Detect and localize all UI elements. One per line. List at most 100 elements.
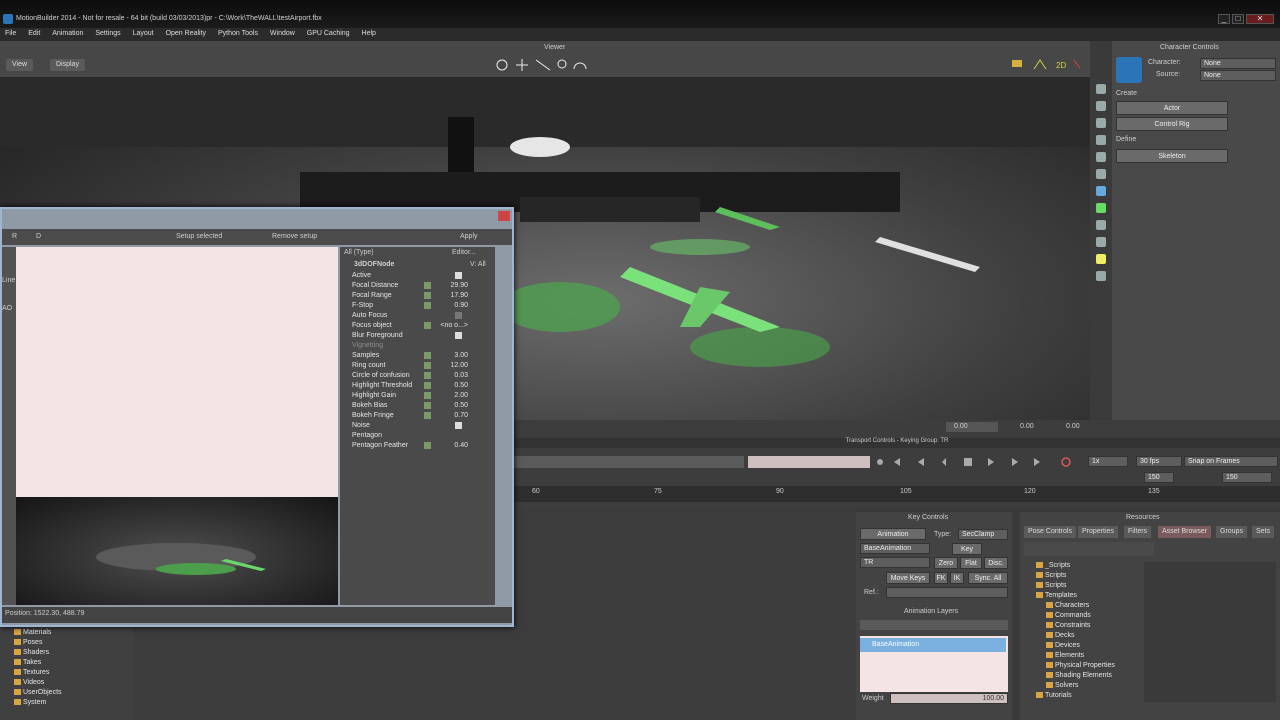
property-row[interactable]: Pentagon Feather 0.40 xyxy=(340,441,495,451)
tree-item[interactable]: Commands xyxy=(1046,612,1091,619)
property-row[interactable]: Focal Distance 29.90 xyxy=(340,281,495,291)
nav-item[interactable]: Takes xyxy=(14,659,41,666)
view-button[interactable]: View xyxy=(6,59,34,71)
nav-item[interactable]: Materials xyxy=(14,629,51,636)
menu-animation[interactable]: Animation xyxy=(47,28,88,39)
key-icon[interactable] xyxy=(424,352,431,359)
frame-slider[interactable] xyxy=(748,456,870,468)
property-row[interactable]: F-Stop 0.90 xyxy=(340,301,495,311)
property-row[interactable]: Focus object <no o...> xyxy=(340,321,495,331)
tree-item[interactable]: Tutorials xyxy=(1036,692,1072,699)
property-row[interactable]: Vignetting xyxy=(340,341,495,351)
tab-filters[interactable]: Filters xyxy=(1124,526,1152,538)
rotate-icon[interactable] xyxy=(1096,118,1106,128)
speed-dropdown[interactable]: 1x xyxy=(1088,456,1128,467)
property-value[interactable]: 0.50 xyxy=(436,382,468,389)
menu-settings[interactable]: Settings xyxy=(90,28,125,39)
property-row[interactable]: Blur Foreground xyxy=(340,331,495,341)
flat-button[interactable]: Flat xyxy=(960,557,982,569)
tab-groups[interactable]: Groups xyxy=(1216,526,1247,538)
menu-window[interactable]: Window xyxy=(265,28,300,39)
menu-edit[interactable]: Edit xyxy=(23,28,45,39)
timeline[interactable]: 60 75 90 105 120 135 xyxy=(514,486,1280,502)
property-row[interactable]: Highlight Gain 2.00 xyxy=(340,391,495,401)
tab-pose-controls[interactable]: Pose Controls xyxy=(1024,526,1076,538)
key-icon[interactable] xyxy=(424,442,431,449)
property-row[interactable]: Bokeh Bias 0.50 xyxy=(340,401,495,411)
key-icon[interactable] xyxy=(424,402,431,409)
frame-icon[interactable] xyxy=(1096,271,1106,281)
globe-icon[interactable] xyxy=(1096,203,1106,213)
sync-all-button[interactable]: Sync. All xyxy=(968,572,1008,584)
animation-button[interactable]: Animation xyxy=(860,528,926,540)
tab-properties[interactable]: Properties xyxy=(1078,526,1118,538)
ref-field[interactable] xyxy=(886,587,1008,598)
playback-controls-icon[interactable] xyxy=(874,456,1084,468)
nav-item[interactable]: Poses xyxy=(14,639,42,646)
ik-button[interactable]: IK xyxy=(950,572,964,584)
property-row[interactable]: Samples 3.00 xyxy=(340,351,495,361)
tree-item[interactable]: Physical Properties xyxy=(1046,662,1115,669)
property-value[interactable]: 2.00 xyxy=(436,392,468,399)
translate-icon[interactable] xyxy=(1096,101,1106,111)
editor-button[interactable]: Editor... xyxy=(452,249,476,256)
sun-icon[interactable] xyxy=(1096,254,1106,264)
property-value[interactable]: 29.90 xyxy=(436,282,468,289)
control-rig-button[interactable]: Control Rig xyxy=(1116,117,1228,131)
property-row[interactable]: Bokeh Fringe 0.70 xyxy=(340,411,495,421)
remove-setup-button[interactable]: Remove setup xyxy=(272,233,317,240)
tree-item[interactable]: Scripts xyxy=(1036,572,1066,579)
property-row[interactable]: Noise xyxy=(340,421,495,431)
close-button[interactable]: ✕ xyxy=(1246,14,1274,24)
property-row[interactable]: Auto Focus xyxy=(340,311,495,321)
fk-button[interactable]: FK xyxy=(934,572,948,584)
property-row[interactable]: Pentagon xyxy=(340,431,495,441)
nav-item[interactable]: Videos xyxy=(14,679,44,686)
tree-item[interactable]: Scripts xyxy=(1036,582,1066,589)
key-button[interactable]: Key xyxy=(952,543,982,555)
menu-help[interactable]: Help xyxy=(357,28,381,39)
key-icon[interactable] xyxy=(424,302,431,309)
tree-item[interactable]: Characters xyxy=(1046,602,1089,609)
key-icon[interactable] xyxy=(424,392,431,399)
key-icon[interactable] xyxy=(424,372,431,379)
menu-file[interactable]: File xyxy=(0,28,21,39)
layer-item[interactable]: BaseAnimation xyxy=(860,638,1006,652)
menu-layout[interactable]: Layout xyxy=(128,28,159,39)
tree-item[interactable]: Shading Elements xyxy=(1046,672,1112,679)
actor-button[interactable]: Actor xyxy=(1116,101,1228,115)
key-icon[interactable] xyxy=(424,382,431,389)
property-value[interactable]: 0.40 xyxy=(436,442,468,449)
property-checkbox[interactable] xyxy=(455,312,462,319)
tree-item[interactable]: Elements xyxy=(1046,652,1084,659)
maximize-button[interactable]: □ xyxy=(1232,14,1244,24)
nav-item[interactable]: Textures xyxy=(14,669,49,676)
tab-r[interactable]: R xyxy=(12,233,17,240)
tr-dropdown[interactable]: TR xyxy=(860,557,930,568)
property-row[interactable]: Highlight Threshold 0.50 xyxy=(340,381,495,391)
key-icon[interactable] xyxy=(424,282,431,289)
dialog-close-button[interactable] xyxy=(498,211,510,221)
type-dropdown[interactable]: SecClamp xyxy=(958,529,1008,540)
snap-dropdown[interactable]: Snap on Frames xyxy=(1184,456,1278,467)
apply-button[interactable]: Apply xyxy=(460,233,478,240)
base-animation-dropdown[interactable]: BaseAnimation xyxy=(860,543,930,554)
tree-item[interactable]: Templates xyxy=(1036,592,1077,599)
nav-item[interactable]: System xyxy=(14,699,46,706)
property-value[interactable]: 12.00 xyxy=(436,362,468,369)
property-row[interactable]: Focal Range 17.90 xyxy=(340,291,495,301)
menu-python-tools[interactable]: Python Tools xyxy=(213,28,263,39)
asset-toolbar[interactable] xyxy=(1024,542,1154,556)
key-icon[interactable] xyxy=(424,362,431,369)
property-value[interactable]: 0.50 xyxy=(436,402,468,409)
property-checkbox[interactable] xyxy=(455,272,462,279)
key-icon[interactable] xyxy=(424,292,431,299)
disc-button[interactable]: Disc. xyxy=(984,557,1008,569)
character-icon[interactable] xyxy=(1116,57,1142,83)
tree-item[interactable]: Decks xyxy=(1046,632,1074,639)
scale-icon[interactable] xyxy=(1096,135,1106,145)
minimize-button[interactable]: _ xyxy=(1218,14,1230,24)
ik-icon[interactable] xyxy=(1096,152,1106,162)
tree-item[interactable]: _Scripts xyxy=(1036,562,1070,569)
tree-item[interactable]: Constraints xyxy=(1046,622,1090,629)
